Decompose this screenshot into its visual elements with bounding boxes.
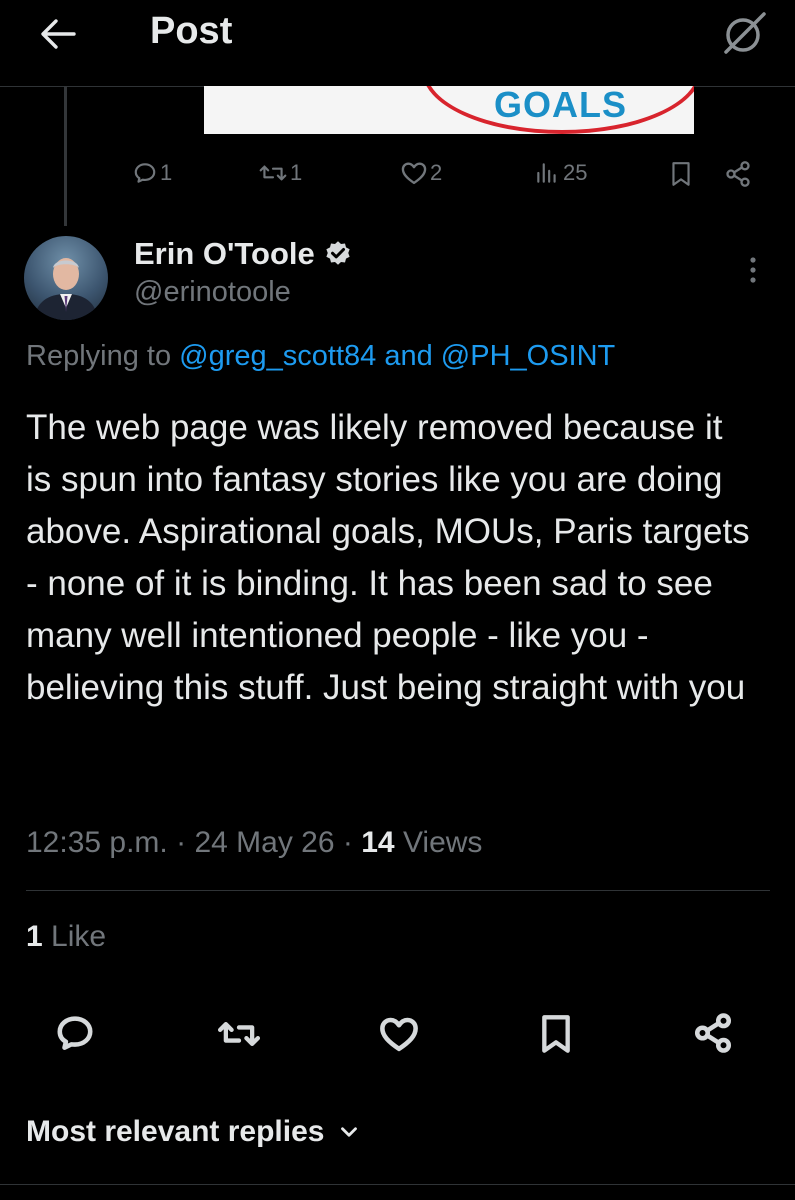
image-goals-text: GOALS [494,86,628,125]
analytics-icon [537,163,556,183]
divider-2 [0,1184,795,1185]
replying-to-prefix: Replying to [26,340,172,372]
bookmark-icon [542,1015,570,1053]
mention-link-1[interactable]: @greg_scott84 [179,340,376,372]
bookmark-button[interactable] [536,1012,576,1056]
likes-label: Like [51,920,107,953]
parent-views-button[interactable]: 25 [534,156,587,190]
header-bar: Post [0,0,795,87]
repost-button[interactable] [216,1014,262,1054]
parent-like-button[interactable]: 2 [400,156,442,190]
parent-reply-count: 1 [160,160,173,185]
repost-icon [217,1022,261,1046]
parent-share-button[interactable] [724,160,752,188]
heart-icon [380,1017,418,1052]
more-options-button[interactable] [738,250,768,290]
post-action-bar [0,1006,795,1062]
like-button[interactable] [378,1014,420,1054]
reply-button[interactable] [54,1012,96,1054]
meta-separator-2: · [342,826,353,859]
grok-button[interactable] [718,8,770,60]
parent-action-bar: 1 1 2 25 [0,150,795,196]
grok-icon [724,12,766,54]
page-title: Post [150,10,233,52]
views-count: 14 [361,826,395,859]
replies-sort-label: Most relevant replies [26,1115,325,1148]
author-name[interactable]: Erin O'Toole [134,236,315,272]
likes-summary[interactable]: 1 Like [26,920,106,954]
author-handle[interactable]: @erinotoole [134,276,291,309]
mention-and: and [384,340,433,372]
parent-reply-button[interactable]: 1 [132,156,172,190]
share-button[interactable] [692,1012,734,1054]
replies-sort-dropdown[interactable]: Most relevant replies [26,1110,362,1154]
reply-icon [57,1016,93,1050]
parent-like-count: 2 [430,160,443,185]
share-icon [726,161,750,187]
replying-to-line: Replying to @greg_scott84 and @PH_OSINT [26,340,615,373]
parent-repost-count: 1 [290,160,303,185]
more-vertical-icon [750,257,756,283]
author-row: Erin O'Toole [134,234,353,274]
share-icon [694,1013,732,1053]
post-date[interactable]: 24 May 26 [194,826,334,859]
heart-icon [401,162,427,185]
back-button[interactable] [36,12,80,56]
avatar-portrait [34,258,98,320]
parent-repost-button[interactable]: 1 [258,156,302,190]
parent-view-count: 25 [563,160,588,185]
parent-post-image[interactable]: GOALS [204,86,694,134]
likes-count: 1 [26,920,43,953]
post-time[interactable]: 12:35 p.m. [26,826,168,859]
post-body: The web page was likely removed because … [26,408,750,707]
views-label: Views [402,826,483,859]
divider-1 [26,890,770,891]
parent-bookmark-button[interactable] [668,160,694,188]
bookmark-icon [672,162,690,186]
chevron-down-icon [341,1127,358,1137]
back-arrow-icon [41,19,76,49]
mention-link-2[interactable]: @PH_OSINT [441,340,615,372]
avatar[interactable] [24,236,108,320]
reply-icon [134,163,156,183]
meta-separator-1: · [176,826,187,859]
post-meta-row: 12:35 p.m. · 24 May 26 · 14 Views [26,826,482,860]
verified-badge-icon [326,241,350,265]
repost-icon [259,165,287,181]
